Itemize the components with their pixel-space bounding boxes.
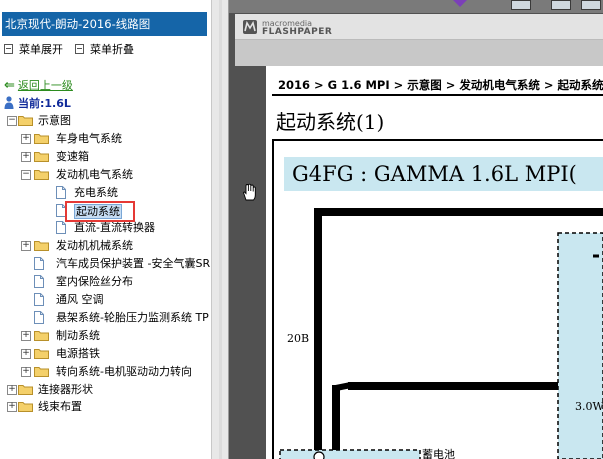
- viewer-top-strip: [229, 0, 603, 13]
- left-panel: 北京现代-朗动-2016-线路图 菜单展开 菜单折叠 ⇐ 返回上一级 当前:1.6…: [0, 0, 211, 459]
- highlight-box: [65, 201, 135, 222]
- hand-cursor-icon: [243, 183, 256, 201]
- tree-item-label[interactable]: 发动机机械系统: [56, 238, 133, 254]
- tree-item-label[interactable]: 直流-直流转换器: [74, 220, 155, 236]
- tree-item[interactable]: 直流-直流转换器: [0, 220, 211, 236]
- tree-item[interactable]: + 车身电气系统: [0, 131, 211, 147]
- expand-toggle-icon[interactable]: +: [7, 384, 17, 395]
- splitter-handle[interactable]: [211, 0, 229, 459]
- tree-item[interactable]: 汽车成员保护装置 -安全气囊SR: [0, 256, 211, 272]
- fit-page-button[interactable]: [581, 0, 601, 10]
- tree-item-label[interactable]: 示意图: [38, 113, 71, 129]
- tree-item[interactable]: − 示意图: [0, 113, 211, 129]
- zoom-in-button[interactable]: [551, 0, 571, 10]
- expand-toggle-icon[interactable]: +: [21, 151, 31, 162]
- tree-item-label[interactable]: 变速箱: [56, 149, 89, 165]
- tree-item[interactable]: + 变速箱: [0, 149, 211, 165]
- tree-item-label[interactable]: 汽车成员保护装置 -安全气囊SR: [56, 256, 210, 272]
- expand-toggle-icon[interactable]: +: [21, 348, 31, 359]
- tree-item[interactable]: + 转向系统-电机驱动动力转向: [0, 364, 211, 380]
- label-3w: 3.0W: [575, 400, 603, 413]
- component-box-right: [557, 232, 603, 459]
- document-page: 2016 > G 1.6 MPI > 示意图 > 发动机电气系统 > 起动系统 …: [266, 66, 603, 459]
- expand-menu-label: 菜单展开: [19, 43, 63, 56]
- collapse-icon: [75, 44, 84, 54]
- tree-item-label[interactable]: 室内保险丝分布: [56, 274, 133, 290]
- tree-item-label[interactable]: 悬架系统-轮胎压力监测系统 TP: [56, 310, 209, 326]
- collapse-menu-button[interactable]: 菜单折叠: [75, 41, 134, 59]
- tree-item[interactable]: + 连接器形状: [0, 382, 211, 398]
- tree-item-label[interactable]: 连接器形状: [38, 382, 93, 398]
- tree-item-label[interactable]: 线束布置: [38, 399, 82, 415]
- tree-item[interactable]: 充电系统: [0, 185, 211, 201]
- label-battery: 蓄电池: [422, 448, 455, 459]
- expand-toggle-icon[interactable]: +: [21, 133, 31, 144]
- tree-item[interactable]: + 制动系统: [0, 328, 211, 344]
- battery-terminal: [313, 451, 325, 459]
- viewer-panel: macromedia FLASHPAPER 2016 > G 1.6 MPI >…: [229, 0, 603, 459]
- current-location: 当前:1.6L: [4, 96, 71, 112]
- label-20b: 20B: [287, 332, 310, 345]
- expand-icon: [4, 44, 13, 54]
- tree-item-label[interactable]: 转向系统-电机驱动动力转向: [56, 364, 192, 380]
- tree-item-label[interactable]: 制动系统: [56, 328, 100, 344]
- tree-item[interactable]: 通风 空调: [0, 292, 211, 308]
- expand-toggle-icon[interactable]: +: [21, 366, 31, 377]
- tree-item[interactable]: 悬架系统-轮胎压力监测系统 TP: [0, 310, 211, 326]
- tree-item-label[interactable]: 通风 空调: [56, 292, 104, 308]
- macromedia-logo-icon: [243, 20, 257, 34]
- person-icon: [4, 96, 14, 109]
- page-title: 北京现代-朗动-2016-线路图: [2, 12, 207, 36]
- expand-toggle-icon[interactable]: +: [7, 402, 17, 413]
- tree-item-label[interactable]: 发动机电气系统: [56, 167, 133, 183]
- zoom-out-button[interactable]: [511, 0, 531, 10]
- collapse-toggle-icon[interactable]: −: [7, 116, 17, 126]
- brand-bottom: FLASHPAPER: [262, 27, 333, 37]
- tree-toolbar: 菜单展开 菜单折叠: [2, 41, 207, 59]
- expand-toggle-icon[interactable]: +: [21, 330, 31, 341]
- back-arrow-icon: ⇐: [4, 78, 15, 93]
- play-icon[interactable]: [451, 0, 469, 8]
- wire-left: [314, 208, 322, 459]
- collapse-toggle-icon[interactable]: −: [21, 169, 31, 180]
- document-margin: [235, 40, 603, 66]
- tree-item-label[interactable]: 车身电气系统: [56, 131, 122, 147]
- tree-item[interactable]: − 发动机电气系统: [0, 167, 211, 183]
- expand-menu-button[interactable]: 菜单展开: [4, 41, 63, 59]
- flashpaper-toolbar: macromedia FLASHPAPER: [235, 14, 603, 40]
- splitter-grip[interactable]: [219, 0, 222, 459]
- tree-item-label[interactable]: 电源搭铁: [56, 346, 100, 362]
- wiring-diagram: [279, 208, 603, 459]
- back-link-label[interactable]: 返回上一级: [18, 79, 73, 92]
- tree-item[interactable]: + 发动机机械系统: [0, 238, 211, 254]
- wire-top: [314, 208, 603, 216]
- back-link[interactable]: ⇐ 返回上一级: [4, 78, 73, 94]
- collapse-menu-label: 菜单折叠: [90, 43, 134, 56]
- tree-item[interactable]: + 线束布置: [0, 399, 211, 415]
- current-location-label: 当前:1.6L: [18, 97, 71, 110]
- tree-item[interactable]: 室内保险丝分布: [0, 274, 211, 290]
- tree-item-label[interactable]: 充电系统: [74, 185, 118, 201]
- tree-item[interactable]: + 电源搭铁: [0, 346, 211, 362]
- battery-box: [279, 449, 421, 459]
- wire-lower-left: [332, 385, 340, 459]
- expand-toggle-icon[interactable]: +: [21, 241, 31, 252]
